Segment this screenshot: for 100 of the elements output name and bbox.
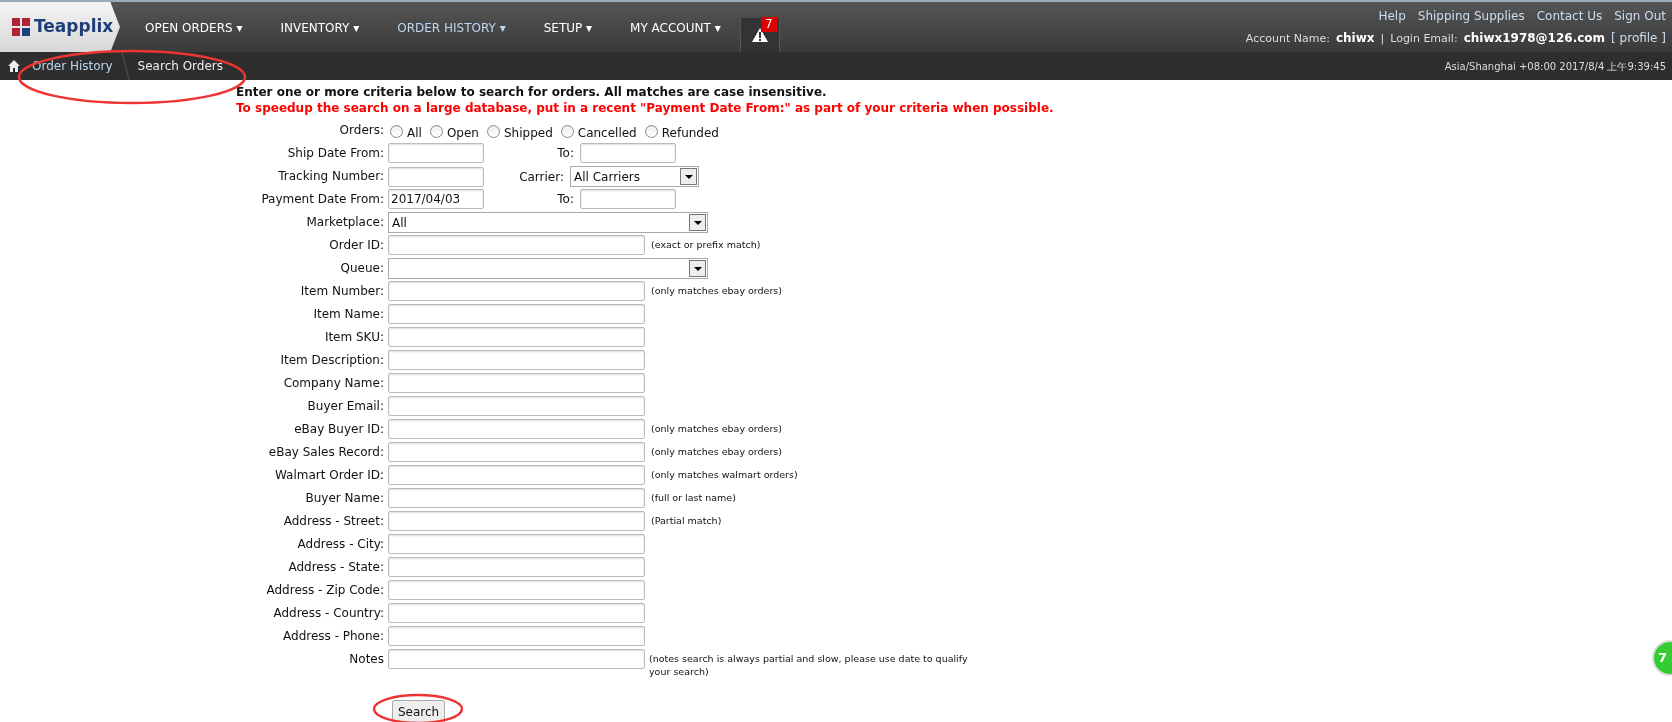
text-field[interactable] [388, 304, 645, 324]
text-field[interactable] [388, 396, 645, 416]
text-field[interactable] [388, 442, 645, 462]
field-hint: (only matches walmart orders) [651, 467, 798, 482]
alert-tab[interactable]: 7 [739, 18, 780, 52]
field-label: Address - Country: [272, 605, 385, 622]
field-label: Address - Street: [282, 513, 385, 530]
text-field[interactable] [388, 534, 645, 554]
dropdown[interactable] [388, 258, 708, 279]
field-label: Address - Phone: [282, 628, 385, 645]
field-label: eBay Sales Record: [267, 444, 385, 461]
field-label: eBay Buyer ID: [293, 421, 385, 438]
header-link[interactable]: Contact Us [1536, 6, 1603, 25]
radio-label: Refunded [661, 125, 719, 142]
logo-icon [12, 18, 30, 36]
radio-label: Open [446, 125, 479, 142]
field-hint: (full or last name) [651, 490, 736, 505]
field-label: To: [556, 145, 575, 162]
text-field[interactable] [580, 143, 676, 163]
text-field[interactable] [388, 603, 645, 623]
radio-label: Shipped [503, 125, 553, 142]
home-icon[interactable] [8, 60, 20, 72]
field-label: Buyer Email: [306, 398, 385, 415]
search-button[interactable]: Search [392, 700, 446, 722]
text-field[interactable] [388, 465, 645, 485]
field-hint: (only matches ebay orders) [651, 421, 782, 436]
field-label: Item Name: [312, 306, 385, 323]
radio-button[interactable] [644, 125, 658, 138]
field-hint: (exact or prefix match) [651, 237, 761, 252]
field-label: Buyer Name: [304, 490, 385, 507]
timestamp: Asia/Shanghai +08:00 2017/8/4 上午9:39:45 [1444, 59, 1666, 74]
field-label: Tracking Number: [277, 168, 385, 185]
nav-menu-item[interactable]: MY ACCOUNT ▾ [611, 17, 740, 37]
radio-button[interactable] [560, 125, 574, 138]
login-email-label: Login Email: [1390, 30, 1458, 47]
account-name-label: Account Name: [1245, 30, 1330, 47]
radio-button[interactable] [486, 125, 500, 138]
nav-menu-item[interactable]: ORDER HISTORY ▾ [378, 17, 525, 37]
header-link[interactable]: Help [1378, 6, 1406, 25]
text-field[interactable] [388, 488, 645, 508]
text-field[interactable] [388, 649, 645, 669]
field-label: Payment Date From: [260, 191, 385, 208]
account-name: chiwx [1335, 29, 1375, 47]
text-field[interactable]: 2017/04/03 [388, 189, 484, 209]
separator: | [1380, 30, 1385, 47]
logo-text: Teapplix [34, 15, 114, 39]
field-label: To: [556, 191, 575, 208]
nav-menu-item[interactable]: OPEN ORDERS ▾ [126, 17, 262, 37]
field-hint: (only matches ebay orders) [651, 283, 782, 298]
text-field[interactable] [388, 626, 645, 646]
text-field[interactable] [388, 327, 645, 347]
breadcrumb-link[interactable]: Order History [20, 57, 125, 75]
text-field[interactable] [388, 419, 645, 439]
field-label: Company Name: [282, 375, 385, 392]
radio-button[interactable] [390, 125, 403, 138]
profile-link[interactable]: [ profile ] [1611, 28, 1666, 47]
text-field[interactable] [388, 350, 645, 370]
text-field[interactable] [388, 281, 645, 301]
radio-button[interactable] [429, 125, 443, 138]
dropdown[interactable]: All [388, 212, 708, 233]
field-label: Item SKU: [323, 329, 385, 346]
header-link[interactable]: Sign Out [1614, 6, 1666, 25]
field-label: Marketplace: [305, 214, 385, 231]
text-field[interactable] [388, 511, 645, 531]
text-field[interactable] [388, 373, 645, 393]
field-label: Queue: [339, 260, 385, 277]
text-field[interactable] [388, 235, 645, 255]
nav-menu-item[interactable]: INVENTORY ▾ [261, 17, 379, 37]
field-label: Ship Date From: [286, 145, 385, 162]
warning-text: To speedup the search on a large database, put in a recent "Payment Date From:" as part of your criteria when possible. [236, 100, 1055, 116]
field-label: Carrier: [518, 168, 565, 186]
text-field[interactable] [388, 557, 645, 577]
field-label: Address - Zip Code: [265, 582, 385, 599]
breadcrumb-link[interactable]: Search Orders [125, 57, 235, 75]
field-label: Notes [348, 651, 385, 668]
field-label: Orders: [338, 122, 385, 139]
field-hint: (notes search is always partial and slow, please use date to qualify your search) [649, 652, 969, 678]
text-field[interactable] [388, 143, 484, 163]
radio-label: Cancelled [577, 125, 637, 142]
text-field[interactable] [388, 166, 484, 187]
field-label: Walmart Order ID: [273, 467, 385, 484]
nav-menu-item[interactable]: SETUP ▾ [524, 17, 612, 37]
field-label: Address - State: [287, 559, 385, 576]
field-label: Order ID: [328, 237, 385, 254]
field-label: Item Number: [299, 283, 385, 300]
dropdown-arrow-icon [684, 174, 693, 179]
text-field[interactable] [388, 580, 645, 600]
header-link[interactable]: Shipping Supplies [1417, 6, 1525, 25]
field-hint: (Partial match) [651, 513, 722, 528]
alert-count-badge: 7 [761, 17, 777, 32]
field-hint: (only matches ebay orders) [651, 444, 782, 459]
text-field[interactable] [580, 189, 676, 209]
radio-label: All [407, 125, 422, 142]
dropdown-arrow-icon [693, 266, 702, 271]
intro-text: Enter one or more criteria below to search for orders. All matches are case insensitive. [236, 84, 828, 100]
field-label: Address - City: [296, 536, 385, 553]
field-label: Item Description: [279, 352, 385, 369]
login-email: chiwx1978@126.com [1463, 29, 1606, 47]
dropdown-arrow-icon [693, 220, 702, 225]
dropdown[interactable]: All Carriers [570, 166, 699, 187]
